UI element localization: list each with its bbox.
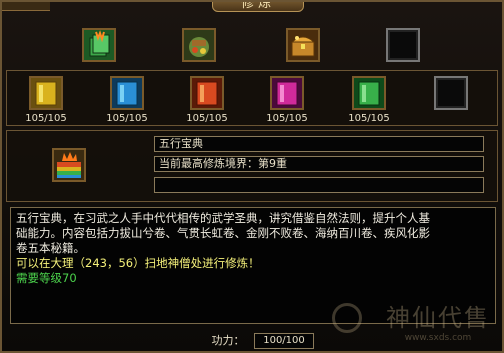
description-line-3: 卷五本秘籍。	[16, 241, 85, 255]
slot-treasure-chest[interactable]	[286, 28, 320, 62]
slot-green-manual[interactable]	[82, 28, 116, 62]
selected-item-slot[interactable]	[52, 148, 86, 182]
yellow-book-icon	[31, 78, 61, 108]
red-book-count: 105/105	[186, 113, 228, 124]
item-realm-field: 当前最高修炼境界：第9重	[154, 156, 484, 172]
slot-green-book[interactable]	[352, 76, 386, 110]
power-label: 功力：	[211, 334, 245, 347]
item-extra-field	[154, 177, 484, 193]
training-location: 可以在大理（243，56）扫地神僧处进行修炼！	[16, 256, 260, 270]
green-manual-book-icon	[84, 30, 114, 60]
description-line-1: 五行宝典，在习武之人手中代代相传的武学圣典，讲究借鉴自然法则，提升个人基	[16, 211, 430, 225]
slot-empty-book[interactable]	[434, 76, 468, 110]
watermark: 神仙代售 www.sxds.com	[386, 298, 490, 343]
window-title: 修炼	[212, 2, 304, 12]
slot-pink-book[interactable]	[270, 76, 304, 110]
five-elements-manual-icon	[54, 150, 84, 180]
yellow-book-count: 105/105	[25, 113, 67, 124]
slot-supply-sack[interactable]	[182, 28, 216, 62]
slot-yellow-book[interactable]	[29, 76, 63, 110]
supply-sack-icon	[184, 30, 214, 60]
watermark-url: www.sxds.com	[404, 333, 472, 343]
blue-book-count: 105/105	[106, 113, 148, 124]
cultivation-window: 修炼 105/105 105/105 105/105 105/105 105/1…	[0, 0, 504, 353]
slot-blue-book[interactable]	[110, 76, 144, 110]
power-value: 100/100	[254, 333, 314, 349]
slot-red-book[interactable]	[190, 76, 224, 110]
watermark-brand: 神仙代售	[386, 304, 490, 332]
green-book-icon	[354, 78, 384, 108]
pink-book-icon	[272, 78, 302, 108]
blue-book-icon	[112, 78, 142, 108]
pink-book-count: 105/105	[266, 113, 308, 124]
item-name-field: 五行宝典	[154, 136, 484, 152]
red-book-icon	[192, 78, 222, 108]
book-row-panel	[6, 70, 498, 126]
treasure-chest-icon	[288, 30, 318, 60]
green-book-count: 105/105	[348, 113, 390, 124]
description-line-2: 础能力。内容包括力拔山兮卷、气贯长虹卷、金刚不败卷、海纳百川卷、疾风化影	[16, 226, 430, 240]
slot-empty-top[interactable]	[386, 28, 420, 62]
level-requirement: 需要等级70	[16, 271, 77, 285]
window-corner-ornament	[2, 2, 50, 11]
watermark-seal-icon	[332, 303, 362, 333]
